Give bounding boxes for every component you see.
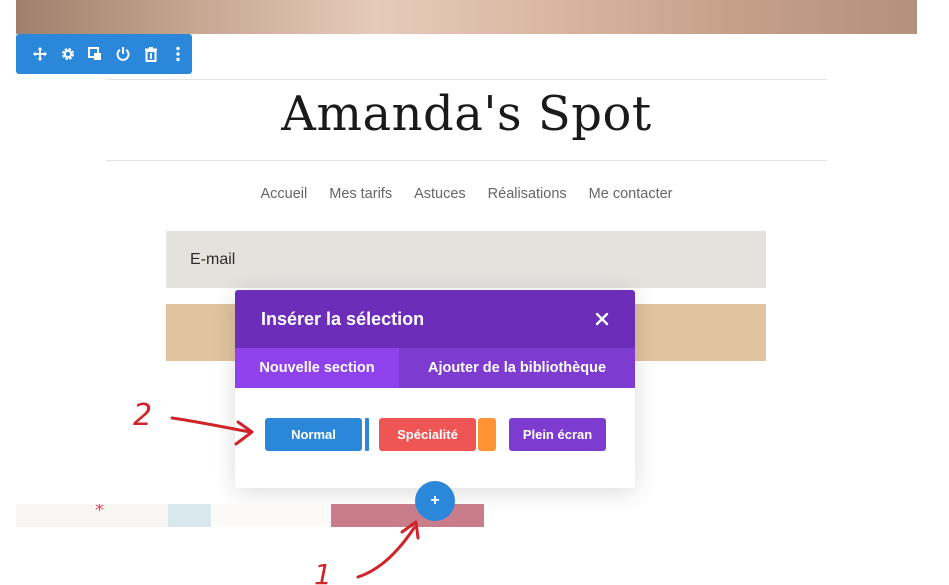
duplicate-icon[interactable]	[81, 34, 109, 74]
normal-section-stripe	[365, 418, 369, 451]
layout-thumbnail[interactable]	[331, 504, 484, 527]
more-options-icon[interactable]	[164, 34, 192, 74]
fullwidth-section-button[interactable]: Plein écran	[509, 418, 606, 451]
specialty-section-stripe	[478, 418, 496, 451]
close-icon[interactable]	[595, 312, 609, 326]
insert-section-modal: Insérer la sélection Nouvelle section Aj…	[235, 290, 635, 488]
annotation-arrow-1	[356, 526, 416, 579]
nav-item-astuces[interactable]: Astuces	[414, 186, 466, 202]
main-nav: Accueil Mes tarifs Astuces Réalisations …	[106, 186, 827, 202]
nav-item-realisations[interactable]: Réalisations	[488, 186, 567, 202]
trash-icon[interactable]	[137, 34, 165, 74]
section-type-options: Normal Spécialité Plein écran	[265, 418, 606, 451]
gear-icon[interactable]	[54, 34, 82, 74]
move-icon[interactable]	[26, 34, 54, 74]
modal-header: Insérer la sélection	[235, 290, 635, 348]
email-label: E-mail	[190, 250, 236, 268]
module-toolbar	[16, 34, 192, 74]
power-icon[interactable]	[109, 34, 137, 74]
modal-tabs: Nouvelle section Ajouter de la bibliothè…	[235, 348, 635, 388]
nav-item-tarifs[interactable]: Mes tarifs	[329, 186, 392, 202]
layout-thumbnail[interactable]	[168, 504, 211, 527]
add-section-button[interactable]: +	[415, 481, 455, 521]
asterisk-icon: *	[95, 504, 104, 521]
tab-new-section[interactable]: Nouvelle section	[235, 348, 399, 388]
layout-thumbnail[interactable]: *	[16, 504, 168, 527]
site-title: Amanda's Spot	[281, 86, 652, 142]
nav-item-contact[interactable]: Me contacter	[589, 186, 673, 202]
hero-image	[16, 0, 917, 34]
divider-bottom	[106, 160, 827, 161]
nav-item-accueil[interactable]: Accueil	[260, 186, 307, 202]
normal-section-button[interactable]: Normal	[265, 418, 362, 451]
email-field[interactable]: E-mail	[166, 231, 766, 288]
tab-add-from-library[interactable]: Ajouter de la bibliothèque	[399, 348, 635, 388]
modal-title: Insérer la sélection	[261, 308, 425, 329]
specialty-section-button[interactable]: Spécialité	[379, 418, 476, 451]
layout-thumbnail[interactable]	[211, 504, 331, 527]
plus-icon: +	[430, 492, 440, 509]
annotation-number-1: 1	[314, 558, 332, 585]
layout-thumbnails: *	[16, 504, 484, 527]
annotation-number-2: 2	[133, 398, 152, 433]
divider-top	[106, 79, 827, 80]
